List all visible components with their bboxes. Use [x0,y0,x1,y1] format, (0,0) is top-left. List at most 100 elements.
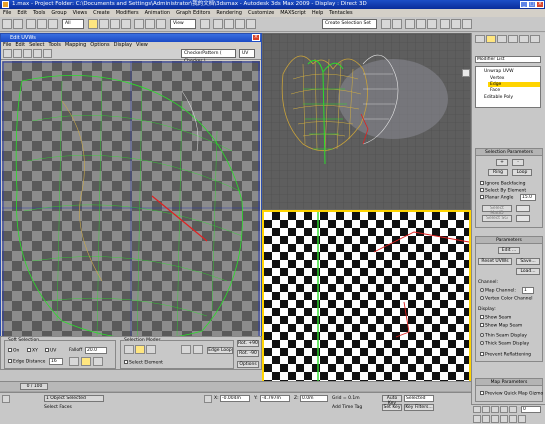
soft-select-face-icon[interactable] [93,357,103,366]
stack-editable-poly[interactable]: Editable Poly [484,95,513,100]
select-face-icon[interactable] [146,345,156,354]
uvw-menu-options[interactable]: Options [88,42,111,48]
viewport-perspective[interactable] [262,33,471,210]
pin-stack-icon[interactable] [462,69,470,77]
menu-views[interactable]: Views [70,9,90,17]
rot-minus-90-button[interactable]: Rot. -90 [237,350,259,357]
select-element-checkbox[interactable]: Select Element [124,360,163,366]
zoom-extents-icon[interactable] [491,415,499,423]
save-button[interactable]: Save... [516,258,540,265]
menu-file[interactable]: File [0,9,14,17]
next-frame-icon[interactable] [500,406,508,413]
uvw-rotate-icon[interactable] [13,49,22,58]
scale-icon[interactable] [156,19,166,29]
close-icon[interactable]: × [536,1,544,8]
utilities-tab-icon[interactable] [530,35,540,43]
texture-dropdown[interactable]: CheckerPattern ( Checker ) [181,49,236,64]
layer-manager-icon[interactable] [405,19,415,29]
zoom-all-icon[interactable] [482,415,490,423]
mirror-icon[interactable] [381,19,391,29]
soft-select-edge-icon[interactable] [81,357,91,366]
stack-face[interactable]: Face [490,88,500,93]
percent-snap-icon[interactable] [235,19,245,29]
select-vertex-icon[interactable] [124,345,134,354]
bind-space-warp-icon[interactable] [48,19,58,29]
ring-button[interactable]: Ring [488,169,508,176]
play-icon[interactable] [491,406,499,413]
uv-mode-dropdown[interactable]: UV [239,49,255,58]
stack-edge[interactable]: Edge [488,82,540,87]
edge-distance-checkbox[interactable]: Edge Distance [8,359,45,365]
create-tab-icon[interactable] [475,35,485,43]
options-button[interactable]: Options [237,361,259,368]
modifier-list-dropdown[interactable]: Modifier List [475,56,541,63]
uvw-scale-icon[interactable] [23,49,32,58]
show-seam-checkbox[interactable]: Show Seam [480,315,511,321]
y-coord-field[interactable]: -4.797m [260,395,290,402]
menu-tentacles[interactable]: Tentacles [326,9,355,17]
edge-distance-field[interactable]: 16 [49,358,63,365]
minimize-icon[interactable]: _ [520,1,528,8]
z-coord-field[interactable]: 0.0m [300,395,328,402]
shrink-button[interactable]: - [512,159,524,166]
prevent-reflattening-checkbox[interactable]: Prevent Reflattening [480,352,531,358]
lock-selection-icon[interactable] [204,395,212,403]
uvw-menu-file[interactable]: File [1,42,13,48]
reset-uvws-button[interactable]: Reset UVWs [478,258,512,265]
maximize-icon[interactable]: □ [528,1,536,8]
move-icon[interactable] [134,19,144,29]
menu-maxscript[interactable]: MAXScript [277,9,309,17]
soft-uv-option[interactable]: UV [45,348,56,354]
align-icon[interactable] [392,19,402,29]
soft-xy-option[interactable]: XY [27,348,38,354]
map-parameters-header[interactable]: Map Parameters [476,379,542,386]
uvw-close-icon[interactable]: × [252,34,260,41]
uv-editor-canvas[interactable] [2,61,260,355]
spinner-snap-icon[interactable] [246,19,256,29]
uvw-menu-mapping[interactable]: Mapping [63,42,88,48]
uvw-menu-tools[interactable]: Tools [47,42,63,48]
uvw-menu-edit[interactable]: Edit [13,42,27,48]
map-channel-radio[interactable]: Map Channel: [480,288,516,294]
uvw-mirror-icon[interactable] [43,49,52,58]
orbit-icon[interactable] [509,415,517,423]
x-coord-field[interactable]: -0.004m [220,395,250,402]
select-grow-icon[interactable] [181,345,191,354]
material-editor-icon[interactable] [440,19,450,29]
select-sg-button[interactable]: Select SG [482,215,512,222]
curve-editor-icon[interactable] [416,19,426,29]
menu-rendering[interactable]: Rendering [213,9,245,17]
stack-vertex[interactable]: Vertex [490,76,504,81]
menu-create[interactable]: Create [90,9,113,17]
ignore-backfacing-checkbox[interactable]: Ignore Backfacing [480,181,525,187]
edit-button[interactable]: Edit ... [498,247,520,254]
grow-button[interactable]: + [496,159,508,166]
reference-coord-dropdown[interactable]: View [170,19,196,29]
uvw-menu-display[interactable]: Display [112,42,134,48]
menu-animation[interactable]: Animation [142,9,174,17]
current-frame-field[interactable]: 0 [521,406,541,413]
soft-select-vertex-icon[interactable] [69,357,79,366]
select-matid-button[interactable]: Select MatID [482,205,512,216]
rect-selection-icon[interactable] [110,19,120,29]
uvw-menu-view[interactable]: View [134,42,150,48]
loop-button[interactable]: Loop [512,169,532,176]
window-crossing-icon[interactable] [121,19,131,29]
rotate-icon[interactable] [145,19,155,29]
thin-seam-radio[interactable]: Thin Seam Display [480,333,527,339]
render-icon[interactable] [462,19,472,29]
named-selection-dropdown[interactable]: Create Selection Set [322,19,377,29]
sg-field[interactable] [516,215,530,222]
viewport-checker-closeup[interactable] [262,210,471,390]
schematic-view-icon[interactable] [427,19,437,29]
selection-parameters-header[interactable]: Selection Parameters [476,149,542,156]
vertex-color-channel-radio[interactable]: Vertex Color Channel [480,296,533,302]
uvw-freeform-icon[interactable] [33,49,42,58]
parameters-header[interactable]: Parameters [476,237,542,244]
planar-angle-checkbox[interactable]: Planar Angle [480,195,513,201]
key-mode-dropdown[interactable]: Selected [404,395,434,402]
falloff-field[interactable]: 20.0 [85,347,107,354]
go-to-end-icon[interactable] [509,406,517,413]
matid-field[interactable] [516,205,530,212]
select-shrink-icon[interactable] [193,345,203,354]
